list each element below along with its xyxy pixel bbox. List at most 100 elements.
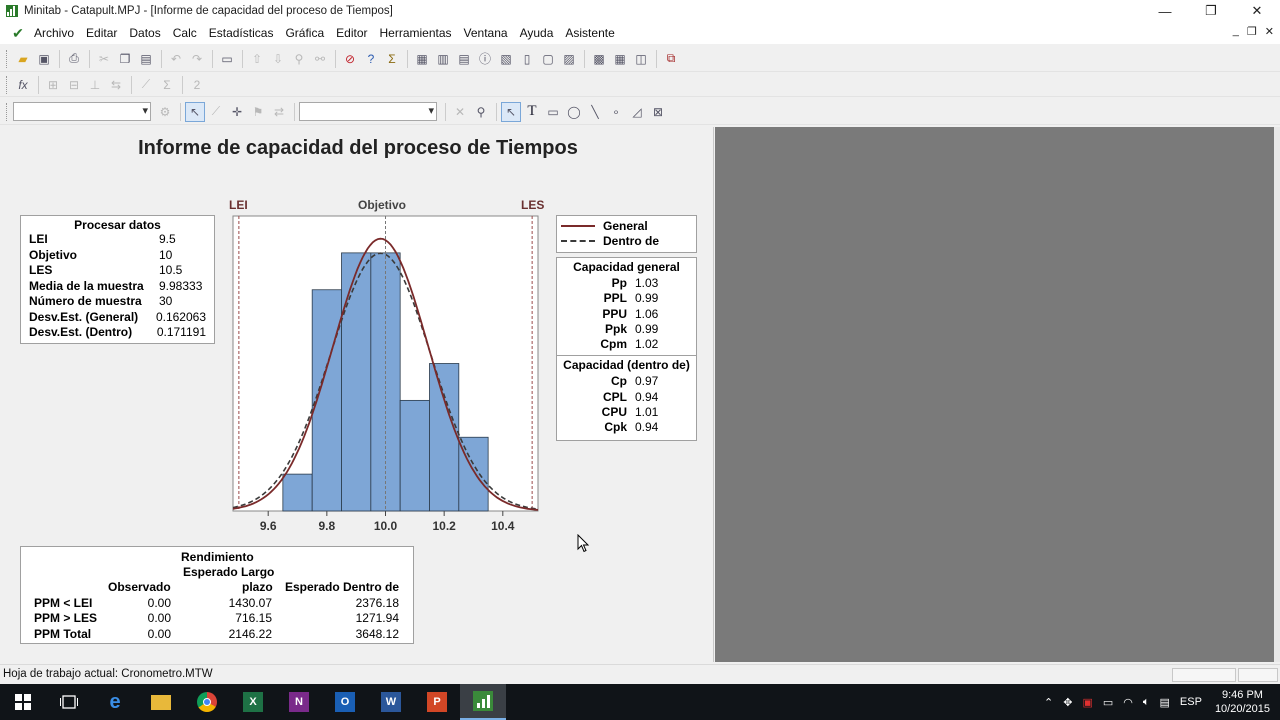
report-pad-icon[interactable]: ▯ <box>517 49 537 69</box>
notifications-icon[interactable]: ▤ <box>1160 696 1170 709</box>
polygon-tool-icon[interactable]: ⊠ <box>648 102 668 122</box>
minimize-button[interactable]: — <box>1142 0 1188 22</box>
battery-icon[interactable]: ▭ <box>1103 696 1113 709</box>
close-button[interactable]: ✕ <box>1234 0 1280 22</box>
redo-icon[interactable]: ↷ <box>187 49 207 69</box>
replace-icon[interactable]: ⚯ <box>310 49 330 69</box>
insert-cells-icon[interactable]: ⊞ <box>43 75 63 95</box>
print-icon[interactable]: ⎙ <box>64 49 84 69</box>
minitab-taskbar-icon[interactable] <box>460 684 506 720</box>
copy-icon[interactable]: ❐ <box>115 49 135 69</box>
subscript-icon[interactable]: 2 <box>187 75 207 95</box>
menu-asistente[interactable]: Asistente <box>559 26 620 40</box>
powerpoint-icon[interactable]: P <box>414 684 460 720</box>
edit-last-dialog-icon[interactable]: ▭ <box>217 49 237 69</box>
vertical-scrollbar[interactable] <box>1274 127 1280 662</box>
toolbar-grip[interactable] <box>6 75 9 94</box>
annotation-select-icon[interactable]: ↖ <box>501 101 521 122</box>
task-view-icon[interactable] <box>46 684 92 720</box>
find-icon[interactable]: ⚲ <box>289 49 309 69</box>
move-columns-icon[interactable]: ⇆ <box>106 75 126 95</box>
wifi-icon[interactable]: ◠ <box>1123 696 1133 709</box>
toolbar-grip[interactable] <box>6 102 9 121</box>
up-arrow-icon[interactable]: ⇧ <box>247 49 267 69</box>
paste-icon[interactable]: ▤ <box>136 49 156 69</box>
show-hidden-icons-icon[interactable]: ⌃ <box>1044 696 1053 709</box>
undo-icon[interactable]: ↶ <box>166 49 186 69</box>
onenote-icon[interactable]: N <box>276 684 322 720</box>
layout-icon[interactable]: ▨ <box>559 49 579 69</box>
toolbar-grip[interactable] <box>6 49 9 68</box>
sigma-icon[interactable]: Σ <box>382 49 402 69</box>
excel-icon[interactable]: X <box>230 684 276 720</box>
legend-label: General <box>603 218 648 233</box>
new-sheet-icon[interactable]: ▢ <box>538 49 558 69</box>
word-icon[interactable]: W <box>368 684 414 720</box>
menu-ayuda[interactable]: Ayuda <box>514 26 560 40</box>
menu-archivo[interactable]: Archivo <box>28 26 80 40</box>
close-all-graphs-icon[interactable]: ⧉ <box>661 49 681 69</box>
down-arrow-icon[interactable]: ⇩ <box>268 49 288 69</box>
brush-icon[interactable]: ⟋ <box>136 75 156 95</box>
select-pointer-icon[interactable]: ↖ <box>185 101 205 122</box>
outlook-icon[interactable]: O <box>322 684 368 720</box>
history-icon[interactable]: ▧ <box>496 49 516 69</box>
zoom-icon[interactable]: ⚲ <box>471 102 491 122</box>
marker-tool-icon[interactable]: ∘ <box>606 102 626 122</box>
mdi-restore-button[interactable]: ❐ <box>1247 25 1257 38</box>
columns-icon[interactable]: ◫ <box>631 49 651 69</box>
flag-icon[interactable]: ⚑ <box>248 102 268 122</box>
menu-grafica[interactable]: Gráfica <box>279 26 330 40</box>
antivirus-icon[interactable]: ▣ <box>1082 696 1092 709</box>
chrome-icon[interactable] <box>184 684 230 720</box>
mdi-minimize-button[interactable]: _ <box>1233 25 1239 38</box>
info-icon[interactable]: ⓘ <box>475 49 495 69</box>
row-value: 0.171191 <box>156 325 206 339</box>
mdi-close-button[interactable]: ✕ <box>1265 25 1274 38</box>
menu-herramientas[interactable]: Herramientas <box>374 26 458 40</box>
text-tool-icon[interactable]: T <box>522 102 542 122</box>
menu-ventana[interactable]: Ventana <box>458 26 514 40</box>
file-explorer-icon[interactable] <box>138 684 184 720</box>
project-manager-icon[interactable]: ▩ <box>589 49 609 69</box>
help-icon[interactable]: ? <box>361 49 381 69</box>
cancel-icon[interactable]: ⊘ <box>340 49 360 69</box>
brush-tool-icon[interactable]: ⟋ <box>206 102 226 122</box>
table-icon[interactable]: ▦ <box>610 49 630 69</box>
annotation-select[interactable] <box>299 102 437 121</box>
line-tool-icon[interactable]: ╲ <box>585 102 605 122</box>
session-window-icon[interactable]: ▦ <box>412 49 432 69</box>
graph-element-select[interactable] <box>13 102 151 121</box>
volume-icon[interactable]: 🔈︎ <box>1143 696 1150 709</box>
menu-estadisticas[interactable]: Estadísticas <box>203 26 280 40</box>
save-icon[interactable]: ▣ <box>34 49 54 69</box>
menu-datos[interactable]: Datos <box>123 26 166 40</box>
graphs-icon[interactable]: ▤ <box>454 49 474 69</box>
menu-editar[interactable]: Editar <box>80 26 123 40</box>
restore-button[interactable]: ❐ <box>1188 0 1234 22</box>
toggle-icon[interactable]: ⇄ <box>269 102 289 122</box>
ellipse-tool-icon[interactable]: ◯ <box>564 102 584 122</box>
perf-observed: 0.00 <box>147 611 171 625</box>
clear-icon[interactable]: ✕ <box>450 102 470 122</box>
capability-row: PPL 0.99 <box>557 291 696 306</box>
edit-element-icon[interactable]: ⚙ <box>155 102 175 122</box>
open-icon[interactable]: ▰ <box>13 49 33 69</box>
language-indicator[interactable]: ESP <box>1180 696 1202 708</box>
crosshair-icon[interactable]: ✛ <box>227 102 247 122</box>
rectangle-tool-icon[interactable]: ▭ <box>543 102 563 122</box>
worksheet-icon[interactable]: ▥ <box>433 49 453 69</box>
menu-calc[interactable]: Calc <box>167 26 203 40</box>
insert-columns-icon[interactable]: ⊥ <box>85 75 105 95</box>
dropbox-icon[interactable]: ✥ <box>1063 696 1072 709</box>
column-stats-icon[interactable]: Σ <box>157 75 177 95</box>
menu-editor[interactable]: Editor <box>330 26 373 40</box>
formula-icon[interactable]: fx <box>13 75 33 95</box>
cut-icon[interactable]: ✂ <box>94 49 114 69</box>
capability-row: Cpk 0.94 <box>557 420 696 435</box>
insert-rows-icon[interactable]: ⊟ <box>64 75 84 95</box>
clock[interactable]: 9:46 PM 10/20/2015 <box>1215 688 1270 716</box>
edge-icon[interactable]: e <box>92 684 138 720</box>
windows-start-icon[interactable] <box>0 684 46 720</box>
polyline-tool-icon[interactable]: ◿ <box>627 102 647 122</box>
